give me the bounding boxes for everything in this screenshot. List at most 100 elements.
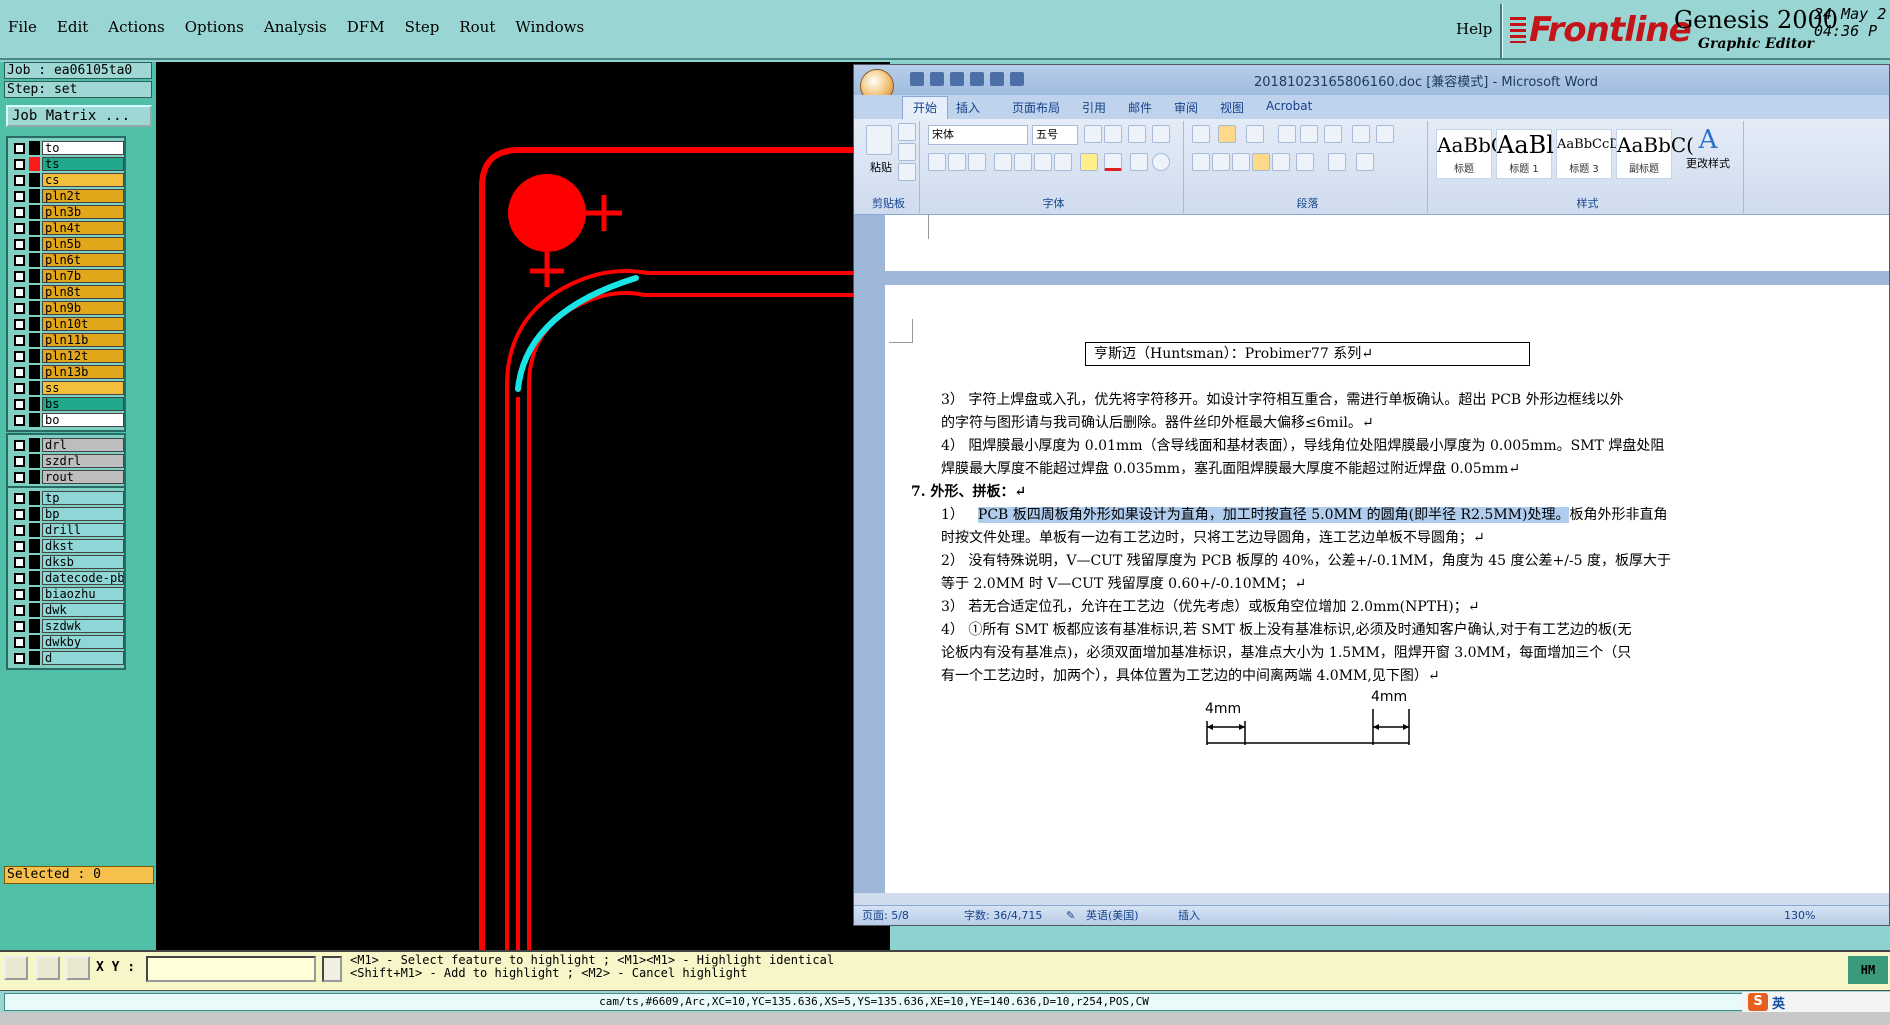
- layer-row-drl[interactable]: drl: [10, 437, 124, 453]
- layer-row-datecode-pbo[interactable]: datecode-pbo: [10, 570, 124, 586]
- layer-color-swatch[interactable]: [29, 301, 40, 315]
- layer-color-swatch[interactable]: [29, 317, 40, 331]
- layer-row-pln5b[interactable]: pln5b: [10, 236, 124, 252]
- tab-acrobat[interactable]: Acrobat: [1266, 99, 1312, 113]
- style-subtitle[interactable]: AaBbC(副标题: [1616, 129, 1694, 179]
- layer-row-szdrl[interactable]: szdrl: [10, 453, 124, 469]
- style-heading-3[interactable]: AaBbCcD(标题 3: [1556, 129, 1625, 179]
- layer-color-swatch[interactable]: [29, 438, 40, 452]
- font-color-icon[interactable]: [1104, 153, 1122, 171]
- layer-checkbox[interactable]: [14, 492, 25, 504]
- layer-name[interactable]: drl: [42, 438, 124, 452]
- layer-row-szdwk[interactable]: szdwk: [10, 618, 124, 634]
- layer-checkbox[interactable]: [14, 366, 25, 378]
- layer-row-dwkby[interactable]: dwkby: [10, 634, 124, 650]
- layer-name[interactable]: dksb: [42, 555, 124, 569]
- layer-row-bs[interactable]: bs: [10, 396, 124, 412]
- layer-row-pln2t[interactable]: pln2t: [10, 188, 124, 204]
- layer-name[interactable]: tp: [42, 491, 124, 505]
- layer-checkbox[interactable]: [14, 620, 25, 632]
- snap-mode-icon[interactable]: [4, 956, 28, 980]
- clear-format-icon[interactable]: [1128, 125, 1146, 143]
- phonetic-icon[interactable]: [1152, 125, 1170, 143]
- layer-row-d[interactable]: d: [10, 650, 124, 666]
- layer-name[interactable]: ts: [42, 157, 124, 171]
- layer-checkbox[interactable]: [14, 524, 25, 536]
- layer-row-pln11b[interactable]: pln11b: [10, 332, 124, 348]
- save-icon[interactable]: [910, 72, 924, 86]
- bold-icon[interactable]: [928, 153, 946, 171]
- layer-name[interactable]: to: [42, 141, 124, 155]
- tab-view[interactable]: 视图: [1220, 99, 1244, 116]
- layer-row-tp[interactable]: tp: [10, 490, 124, 506]
- layer-checkbox[interactable]: [14, 540, 25, 552]
- layer-checkbox[interactable]: [14, 652, 25, 664]
- layer-color-swatch[interactable]: [29, 635, 40, 649]
- font-name-select[interactable]: 宋体: [928, 125, 1028, 145]
- layer-name[interactable]: dwkby: [42, 635, 124, 649]
- layer-row-pln13b[interactable]: pln13b: [10, 364, 124, 380]
- layer-color-swatch[interactable]: [29, 413, 40, 427]
- layer-color-swatch[interactable]: [29, 454, 40, 468]
- style-heading-1[interactable]: AaBl 标题 1: [1496, 129, 1554, 179]
- print-preview-icon[interactable]: [990, 72, 1004, 86]
- align-left-icon[interactable]: [1192, 153, 1210, 171]
- layer-name[interactable]: pln7b: [42, 269, 124, 283]
- layer-checkbox[interactable]: [14, 588, 25, 600]
- status-zoom[interactable]: 130%: [1784, 906, 1815, 926]
- layer-name[interactable]: dwk: [42, 603, 124, 617]
- font-size-select[interactable]: 五号: [1032, 125, 1078, 145]
- layer-row-pln4t[interactable]: pln4t: [10, 220, 124, 236]
- layer-row-drill[interactable]: drill: [10, 522, 124, 538]
- layer-checkbox[interactable]: [14, 318, 25, 330]
- change-styles-button[interactable]: A 更改样式: [1680, 125, 1736, 185]
- cut-icon[interactable]: [898, 123, 916, 141]
- menu-edit[interactable]: Edit: [57, 18, 88, 36]
- layer-checkbox[interactable]: [14, 508, 25, 520]
- status-language[interactable]: 英语(美国): [1086, 906, 1139, 926]
- enclose-char-icon[interactable]: [1152, 153, 1170, 171]
- superscript-icon[interactable]: [1034, 153, 1052, 171]
- layer-name[interactable]: pln6t: [42, 253, 124, 267]
- layer-name[interactable]: ss: [42, 381, 124, 395]
- layer-row-to[interactable]: to: [10, 140, 124, 156]
- strikethrough-icon[interactable]: [994, 153, 1012, 171]
- layer-name[interactable]: pln2t: [42, 189, 124, 203]
- layer-name[interactable]: pln9b: [42, 301, 124, 315]
- layer-color-swatch[interactable]: [29, 205, 40, 219]
- xy-input[interactable]: [146, 956, 316, 982]
- line-spacing-icon[interactable]: [1296, 153, 1314, 171]
- layer-name[interactable]: szdrl: [42, 454, 124, 468]
- layer-checkbox[interactable]: [14, 238, 25, 250]
- layer-color-swatch[interactable]: [29, 619, 40, 633]
- layer-checkbox[interactable]: [14, 382, 25, 394]
- layer-name[interactable]: pln11b: [42, 333, 124, 347]
- layer-color-swatch[interactable]: [29, 651, 40, 665]
- layer-color-swatch[interactable]: [29, 539, 40, 553]
- layer-color-swatch[interactable]: [29, 397, 40, 411]
- proofing-icon[interactable]: ✎: [1066, 906, 1075, 926]
- layer-row-pln12t[interactable]: pln12t: [10, 348, 124, 364]
- hm-indicator[interactable]: HM: [1848, 956, 1888, 984]
- shrink-font-icon[interactable]: [1104, 125, 1122, 143]
- layer-checkbox[interactable]: [14, 174, 25, 186]
- layer-color-swatch[interactable]: [29, 173, 40, 187]
- menu-analysis[interactable]: Analysis: [264, 18, 327, 36]
- layer-row-pln8t[interactable]: pln8t: [10, 284, 124, 300]
- layer-name[interactable]: szdwk: [42, 619, 124, 633]
- graphic-canvas[interactable]: [156, 62, 890, 950]
- char-shading-icon[interactable]: [1130, 153, 1148, 171]
- menu-windows[interactable]: Windows: [515, 18, 584, 36]
- layer-name[interactable]: bs: [42, 397, 124, 411]
- layer-checkbox[interactable]: [14, 414, 25, 426]
- tab-review[interactable]: 审阅: [1174, 99, 1198, 116]
- tab-mailings[interactable]: 邮件: [1128, 99, 1152, 116]
- decrease-indent-icon[interactable]: [1278, 125, 1296, 143]
- paste-icon[interactable]: [866, 125, 892, 155]
- layer-name[interactable]: pln4t: [42, 221, 124, 235]
- layer-name[interactable]: pln8t: [42, 285, 124, 299]
- layer-name[interactable]: datecode-pbo: [42, 571, 124, 585]
- layer-name[interactable]: drill: [42, 523, 124, 537]
- layer-checkbox[interactable]: [14, 158, 25, 170]
- layer-checkbox[interactable]: [14, 254, 25, 266]
